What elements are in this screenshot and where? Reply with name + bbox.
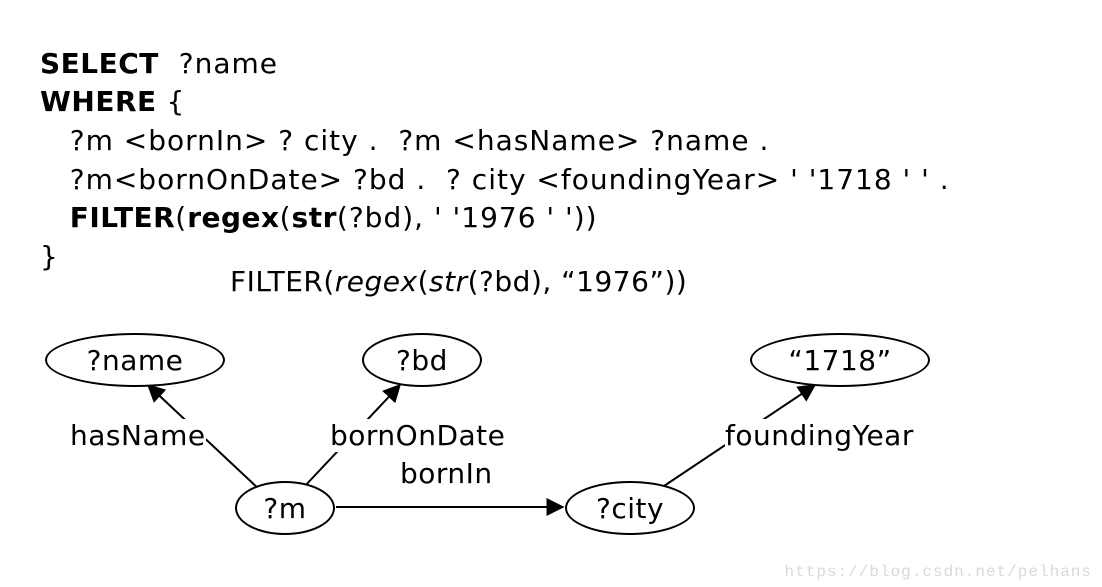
edge-label-hasname: hasName (70, 419, 206, 452)
watermark: https://blog.csdn.net/pelhans (785, 563, 1092, 581)
edge-label-foundingyear: foundingYear (725, 419, 914, 452)
node-name-label: ?name (87, 344, 184, 377)
node-city: ?city (565, 481, 695, 535)
graph-edges (0, 0, 1102, 587)
node-bd-label: ?bd (396, 344, 448, 377)
node-1718-label: “1718” (788, 344, 891, 377)
node-name: ?name (45, 333, 225, 387)
node-bd: ?bd (362, 333, 482, 387)
node-1718: “1718” (750, 333, 930, 387)
node-m: ?m (235, 481, 335, 535)
node-city-label: ?city (596, 492, 664, 525)
edge-label-bornin: bornIn (400, 457, 493, 490)
edge-label-bornondate: bornOnDate (330, 419, 505, 452)
node-m-label: ?m (263, 492, 306, 525)
